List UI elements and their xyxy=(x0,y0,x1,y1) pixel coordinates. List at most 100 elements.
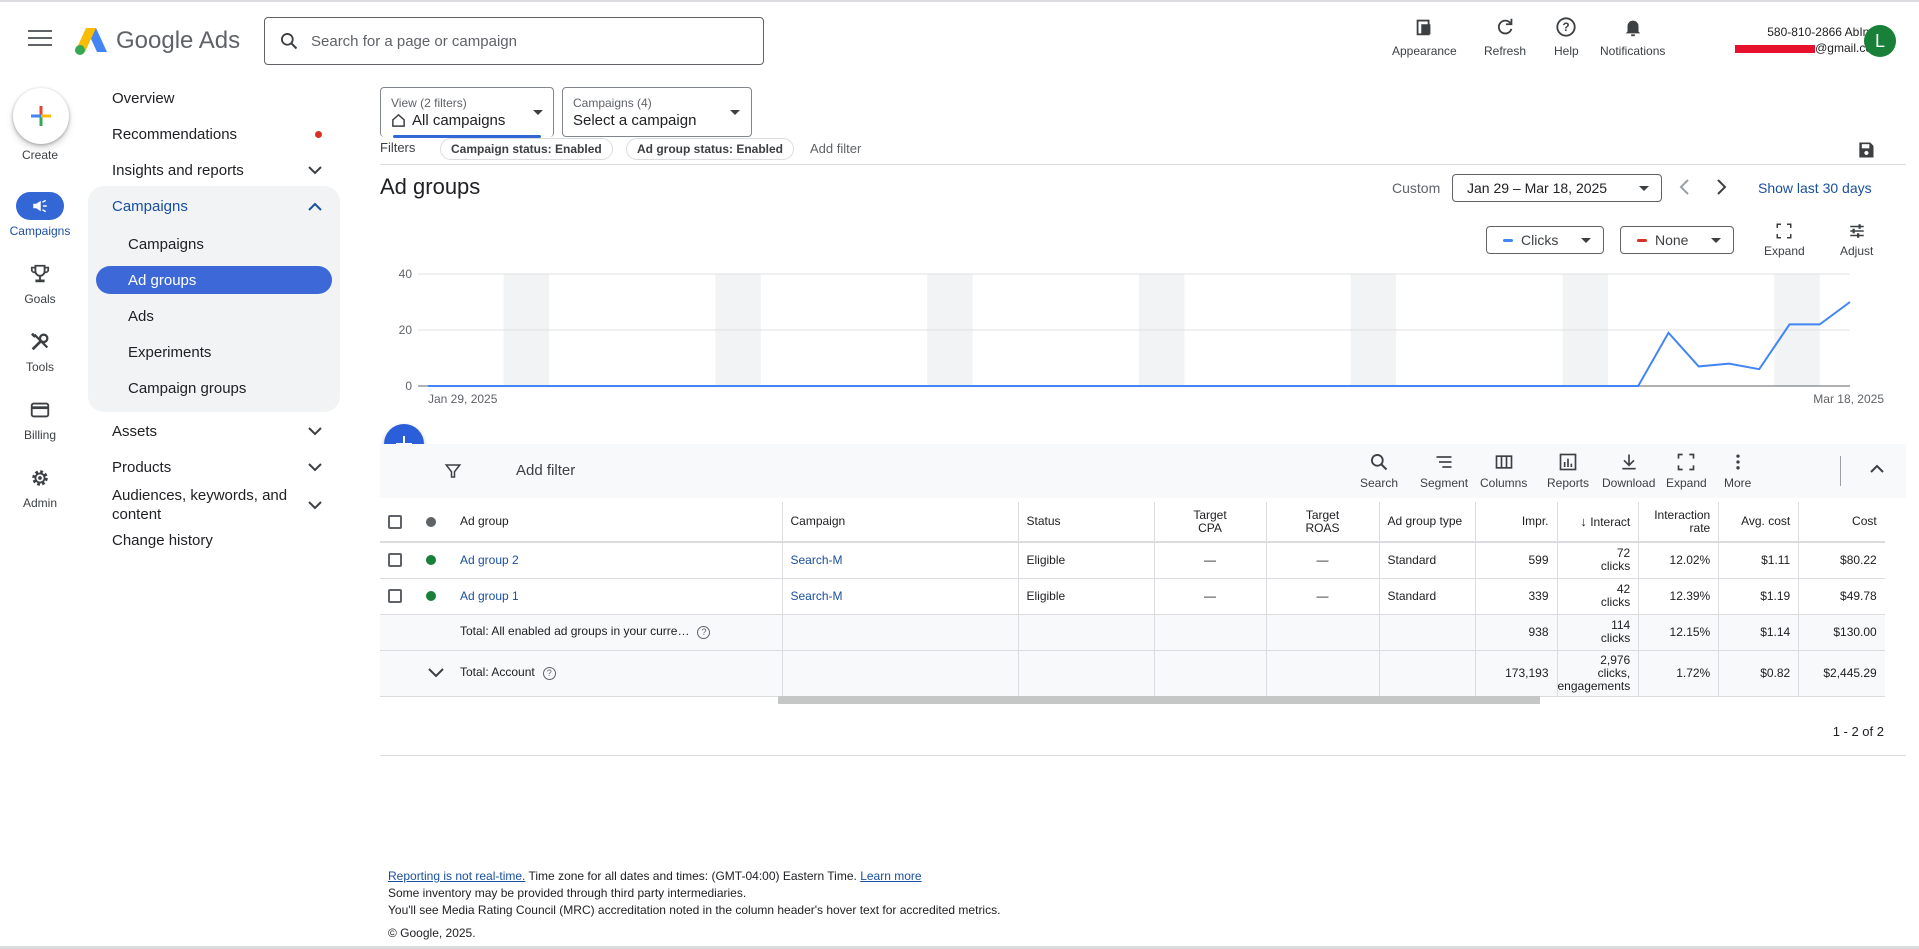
tools-icon xyxy=(30,332,49,351)
col-impr[interactable]: Impr. xyxy=(1474,502,1557,543)
toolbar-download-button[interactable]: Download xyxy=(1602,452,1655,490)
campaign-name-link[interactable]: Search-M xyxy=(781,578,1018,615)
chart-expand-label: Expand xyxy=(1764,244,1805,258)
total-empty-cell xyxy=(1265,650,1379,697)
nav-sub-experiments[interactable]: Experiments xyxy=(96,338,332,366)
nav-change-history-label: Change history xyxy=(112,532,213,549)
interaction-rate-cell: 12.02% xyxy=(1638,542,1719,579)
toolbar-columns-button[interactable]: Columns xyxy=(1480,452,1527,490)
account-name: 580-810-2866 AbInco xyxy=(1767,25,1882,39)
toolbar-more-button[interactable]: More xyxy=(1724,452,1751,490)
chevron-down-icon[interactable] xyxy=(428,668,444,678)
total-enabled-avg-cost: $1.14 xyxy=(1718,614,1799,651)
save-icon[interactable] xyxy=(1856,140,1876,160)
chevron-up-icon[interactable] xyxy=(1870,464,1884,473)
nav-insights[interactable]: Insights and reports xyxy=(88,162,340,179)
show-last-30-days-link[interactable]: Show last 30 days xyxy=(1758,180,1872,196)
ad-group-name-link[interactable]: Ad group 1 xyxy=(452,578,782,615)
create-button[interactable] xyxy=(13,88,69,144)
chevron-left-icon[interactable] xyxy=(1678,178,1690,196)
help-button[interactable]: ? Help xyxy=(1554,16,1579,58)
total-empty-cell xyxy=(1153,650,1266,697)
segment-icon xyxy=(1436,456,1452,468)
help-circle-icon[interactable]: ? xyxy=(542,666,556,680)
avg-cost-cell: $1.11 xyxy=(1718,542,1799,579)
metric-1-selector[interactable]: Clicks xyxy=(1486,226,1604,254)
col-interactions[interactable]: ↓ Interact xyxy=(1556,502,1639,543)
col-interaction-rate[interactable]: Interaction rate xyxy=(1638,502,1719,543)
appearance-button[interactable]: Appearance xyxy=(1392,16,1457,58)
nav-recommendations[interactable]: Recommendations xyxy=(88,126,340,143)
expand-icon xyxy=(1776,223,1792,239)
col-cost[interactable]: Cost xyxy=(1798,502,1885,543)
col-campaign[interactable]: Campaign xyxy=(781,502,1018,543)
nav-assets[interactable]: Assets xyxy=(88,423,340,440)
nav-sub-ad-groups[interactable]: Ad groups xyxy=(96,266,332,294)
gear-icon xyxy=(32,470,48,486)
ad-group-name-link[interactable]: Ad group 2 xyxy=(452,542,782,579)
select-all-checkbox[interactable] xyxy=(388,514,402,529)
avatar[interactable]: L xyxy=(1864,25,1896,57)
ad-group-type-cell: Standard xyxy=(1378,542,1475,579)
campaign-dropdown[interactable]: Campaigns (4) Select a campaign xyxy=(562,87,752,137)
date-range-picker[interactable]: Jan 29 – Mar 18, 2025 xyxy=(1452,174,1662,202)
col-avg-cost[interactable]: Avg. cost xyxy=(1718,502,1799,543)
chart-adjust-button[interactable]: Adjust xyxy=(1840,222,1873,258)
nav-sub-campaigns[interactable]: Campaigns xyxy=(96,230,332,258)
toolbar-segment-button[interactable]: Segment xyxy=(1420,452,1468,490)
account-info[interactable]: 580-810-2866 AbInco @gmail.com xyxy=(1700,24,1882,56)
search-input[interactable] xyxy=(311,32,731,50)
total-account-label: Total: Account xyxy=(460,665,535,680)
account-email: @gmail.com xyxy=(1700,40,1882,56)
toolbar-reports-button[interactable]: Reports xyxy=(1547,452,1589,490)
rail-item-goals[interactable]: Goals xyxy=(0,260,80,306)
menu-icon[interactable] xyxy=(28,30,52,50)
chevron-right-icon[interactable] xyxy=(1716,178,1728,196)
learn-more-link[interactable]: Learn more xyxy=(860,869,921,883)
col-target-cpa[interactable]: Target CPA xyxy=(1153,502,1266,543)
metric-2-selector[interactable]: None xyxy=(1620,226,1734,254)
nav-audiences[interactable]: Audiences, keywords, and content xyxy=(88,486,340,524)
nav-campaigns-section[interactable]: Campaigns xyxy=(88,198,340,215)
adjust-icon xyxy=(1849,224,1864,238)
realtime-link[interactable]: Reporting is not real-time. xyxy=(388,869,525,883)
x-tick-label-start: Jan 29, 2025 xyxy=(428,392,498,406)
nav-sub-ads[interactable]: Ads xyxy=(96,302,332,330)
nav-products[interactable]: Products xyxy=(88,459,340,476)
help-circle-icon[interactable]: ? xyxy=(697,625,711,639)
rail-pill-admin xyxy=(16,464,64,492)
col-ad-group[interactable]: Ad group xyxy=(452,502,782,543)
filter-chip-adgroup-status[interactable]: Ad group status: Enabled xyxy=(626,138,795,160)
toolbar-expand-button[interactable]: Expand xyxy=(1666,452,1707,490)
total-account-cost: $2,445.29 xyxy=(1798,650,1885,697)
filter-chip-campaign-status[interactable]: Campaign status: Enabled xyxy=(440,138,613,160)
view-dropdown[interactable]: View (2 filters) All campaigns xyxy=(380,87,554,138)
add-filter-link[interactable]: Add filter xyxy=(810,141,861,156)
google-ads-logo[interactable]: Google Ads xyxy=(74,26,240,56)
filter-icon[interactable] xyxy=(444,462,462,480)
horizontal-scrollbar[interactable] xyxy=(778,696,1540,704)
rail-pill-tools xyxy=(16,328,64,356)
toolbar-search-button[interactable]: Search xyxy=(1360,452,1398,490)
rail-item-tools[interactable]: Tools xyxy=(0,328,80,374)
row-checkbox[interactable] xyxy=(388,553,402,568)
col-status[interactable]: Status xyxy=(1017,502,1154,543)
total-enabled-cost: $130.00 xyxy=(1798,614,1885,651)
notifications-button[interactable]: Notifications xyxy=(1600,16,1665,58)
table-add-filter[interactable]: Add filter xyxy=(516,462,575,479)
view-label: View (2 filters) xyxy=(391,96,467,110)
rail-item-admin[interactable]: Admin xyxy=(0,464,80,510)
rail-item-campaigns[interactable]: Campaigns xyxy=(0,192,80,238)
campaign-name-link[interactable]: Search-M xyxy=(781,542,1018,579)
col-ad-group-type[interactable]: Ad group type xyxy=(1378,502,1475,543)
rail-item-billing[interactable]: Billing xyxy=(0,396,80,442)
row-checkbox[interactable] xyxy=(388,589,402,603)
nav-change-history[interactable]: Change history xyxy=(88,532,340,549)
nav-overview[interactable]: Overview xyxy=(88,90,340,107)
refresh-button[interactable]: Refresh xyxy=(1484,16,1526,58)
nav-sub-campaign-groups[interactable]: Campaign groups xyxy=(96,374,332,402)
chart-expand-button[interactable]: Expand xyxy=(1764,222,1805,258)
col-target-roas[interactable]: Target ROAS xyxy=(1265,502,1379,543)
total-enabled-interactions-cell: 114 clicks xyxy=(1556,614,1639,651)
global-search[interactable] xyxy=(264,17,764,65)
